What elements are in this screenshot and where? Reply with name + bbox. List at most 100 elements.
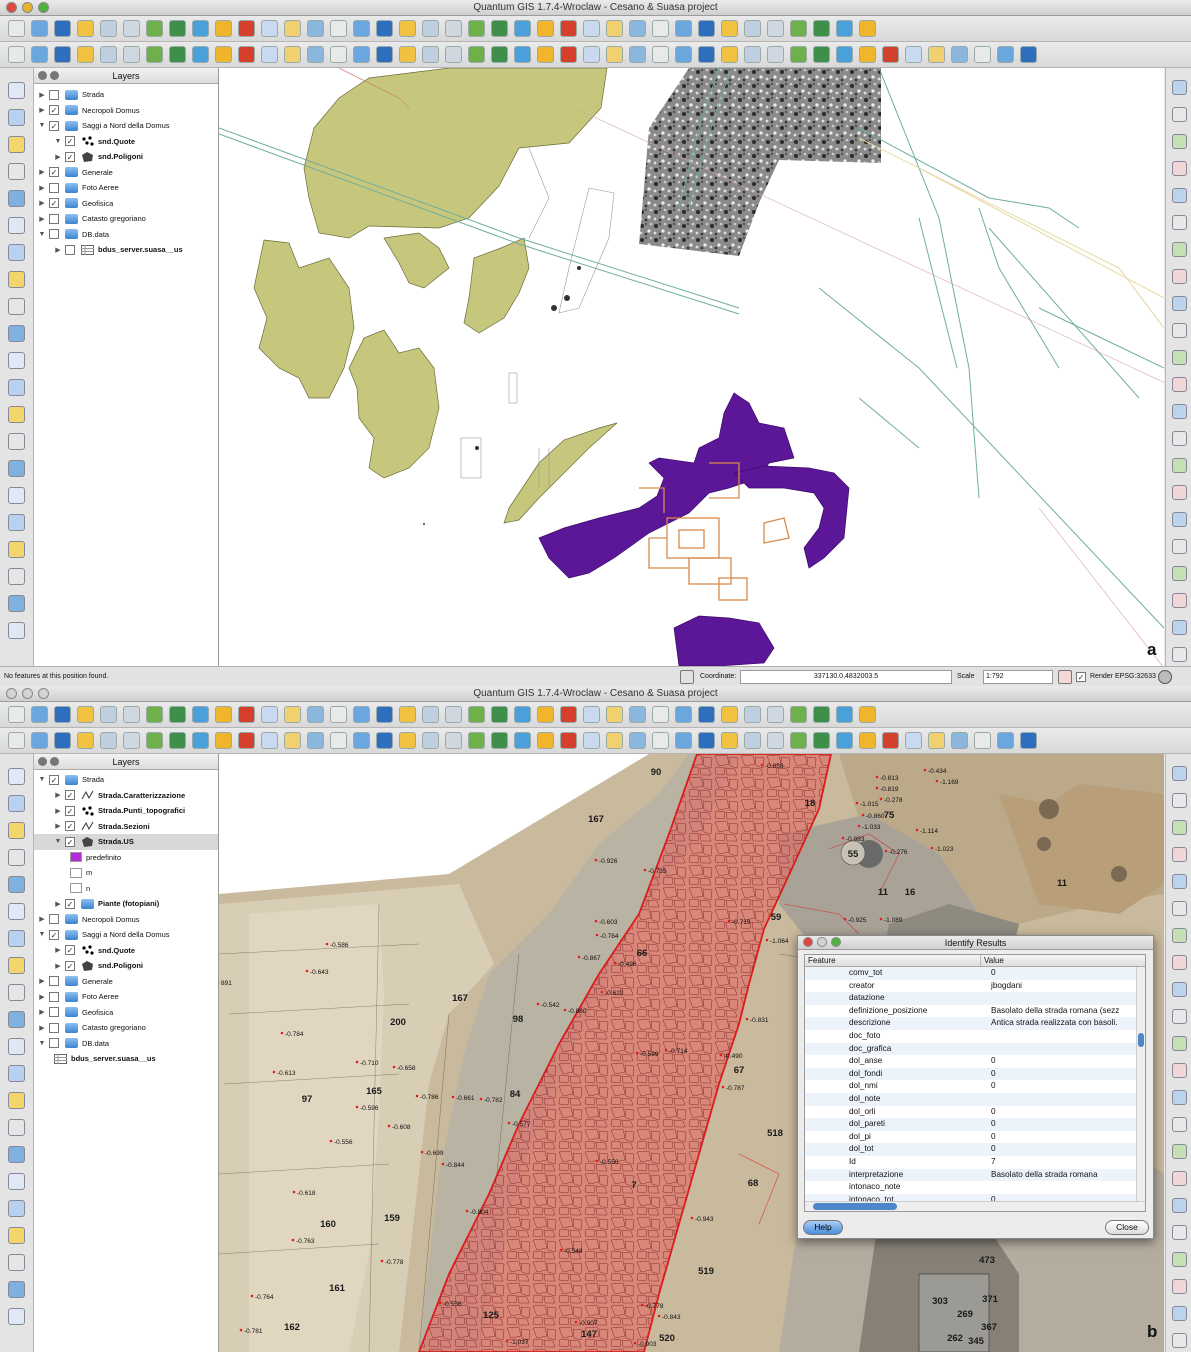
tool-44-icon[interactable] — [997, 46, 1014, 63]
layer-visibility-checkbox[interactable]: ✓ — [65, 151, 75, 162]
plugin-13-icon[interactable] — [1172, 404, 1187, 419]
label-icon[interactable] — [330, 706, 347, 723]
layer-visibility-checkbox[interactable]: ✓ — [65, 945, 75, 956]
move-icon[interactable] — [54, 46, 71, 63]
tool-36-icon[interactable] — [813, 706, 830, 723]
coordinate-field[interactable]: 337130.0,4832003.5 — [740, 670, 952, 684]
dialog-close-button[interactable] — [803, 937, 813, 947]
layer-visibility-checkbox[interactable] — [49, 182, 59, 193]
openlayers-icon[interactable] — [698, 46, 715, 63]
layer-item-n[interactable]: n — [34, 881, 218, 897]
undo-icon[interactable] — [238, 732, 255, 749]
layer-item-catasto-gregoriano[interactable]: ▶ Catasto gregoriano — [34, 1020, 218, 1036]
layer-item-predefinito[interactable]: predefinito — [34, 850, 218, 866]
zoom-window-button[interactable] — [38, 2, 49, 13]
plugin-7-icon[interactable] — [1172, 928, 1187, 943]
zoom-select-icon[interactable] — [8, 930, 25, 947]
qgis-icon[interactable] — [813, 46, 830, 63]
stats-icon[interactable] — [583, 732, 600, 749]
form-icon[interactable] — [8, 568, 25, 585]
tool-42-icon[interactable] — [951, 46, 968, 63]
zoom-select-icon[interactable] — [514, 20, 531, 37]
plugin-9-icon[interactable] — [1172, 982, 1187, 997]
plugin-16-icon[interactable] — [1172, 485, 1187, 500]
result-row[interactable]: comv_tot 0 — [805, 967, 1145, 980]
layer-visibility-checkbox[interactable] — [49, 976, 59, 987]
help-icon[interactable] — [928, 732, 945, 749]
select-icon[interactable] — [422, 732, 439, 749]
dialog-minimize-button[interactable] — [817, 937, 827, 947]
collapse-arrow-icon[interactable]: ▼ — [38, 776, 46, 783]
layer-visibility-checkbox[interactable] — [49, 1038, 59, 1049]
plugin-16-icon[interactable] — [1172, 1171, 1187, 1186]
pin-icon[interactable] — [353, 706, 370, 723]
stop-render-icon[interactable] — [1058, 670, 1072, 684]
zoom-layer-icon[interactable] — [491, 20, 508, 37]
nav-19-icon[interactable] — [8, 595, 25, 612]
layer-item-bdus-server-suasa-us[interactable]: ▶ bdus_server.suasa__us — [34, 242, 218, 258]
render-checkbox[interactable]: ✓ — [1076, 672, 1086, 682]
minimize-window-button[interactable] — [22, 688, 33, 699]
tool-35-icon[interactable] — [790, 20, 807, 37]
horizontal-scrollbar[interactable] — [805, 1201, 1145, 1211]
plugin-2-icon[interactable] — [1172, 107, 1187, 122]
save-project-icon[interactable] — [54, 20, 71, 37]
zoom-full-icon[interactable] — [8, 190, 25, 207]
measure-icon[interactable] — [583, 20, 600, 37]
select-icon[interactable] — [8, 1011, 25, 1028]
gps-icon[interactable] — [514, 732, 531, 749]
add-spatialite-icon[interactable] — [215, 20, 232, 37]
plugin-14-icon[interactable] — [1172, 431, 1187, 446]
measure-icon[interactable] — [8, 1119, 25, 1136]
reshape-icon[interactable] — [353, 46, 370, 63]
close-panel-icon[interactable] — [38, 757, 47, 766]
minimize-window-button[interactable] — [22, 2, 33, 13]
plugin-7-icon[interactable] — [1172, 242, 1187, 257]
text-icon[interactable] — [8, 1200, 25, 1217]
quickmap-icon[interactable] — [721, 732, 738, 749]
plugin-11-icon[interactable] — [1172, 1036, 1187, 1051]
zoom-full-icon[interactable] — [468, 20, 485, 37]
paste-icon[interactable] — [169, 732, 186, 749]
measure-icon[interactable] — [583, 706, 600, 723]
annotation-icon[interactable] — [8, 1173, 25, 1190]
layer-visibility-checkbox[interactable] — [49, 229, 59, 240]
expand-arrow-icon[interactable]: ▶ — [54, 807, 62, 815]
edit-note-icon[interactable] — [882, 732, 899, 749]
horizontal-scroll-thumb[interactable] — [813, 1203, 897, 1210]
result-row[interactable]: dol_tot 0 — [805, 1143, 1145, 1156]
python-icon[interactable] — [675, 732, 692, 749]
tool-43-icon[interactable] — [974, 46, 991, 63]
deselect-icon[interactable] — [8, 1038, 25, 1055]
reshape-icon[interactable] — [353, 732, 370, 749]
redo-icon[interactable] — [261, 46, 278, 63]
plugin-22-icon[interactable] — [1172, 647, 1187, 662]
result-row[interactable]: intonaco_note — [805, 1181, 1145, 1194]
plugin-4-icon[interactable] — [1172, 847, 1187, 862]
zoom-next-icon[interactable] — [560, 706, 577, 723]
map-tips-icon[interactable] — [468, 732, 485, 749]
georef-icon[interactable] — [744, 732, 761, 749]
plugin-6-icon[interactable] — [1172, 901, 1187, 916]
expand-arrow-icon[interactable]: ▶ — [38, 199, 46, 207]
layer-visibility-checkbox[interactable]: ✓ — [65, 960, 75, 971]
layer-item-strada[interactable]: ▼ ✓ Strada — [34, 772, 218, 788]
node-icon[interactable] — [77, 732, 94, 749]
plugin-4-icon[interactable] — [1172, 161, 1187, 176]
layer-item-strada[interactable]: ▶ Strada — [34, 87, 218, 103]
layer-visibility-checkbox[interactable]: ✓ — [65, 790, 75, 801]
plugin-17-icon[interactable] — [1172, 512, 1187, 527]
tool-34-icon[interactable] — [767, 706, 784, 723]
layer-item-foto-aeree[interactable]: ▶ Foto Aeree — [34, 989, 218, 1005]
expand-arrow-icon[interactable]: ▶ — [54, 153, 62, 161]
expand-arrow-icon[interactable]: ▶ — [54, 900, 62, 908]
zoom-last-icon[interactable] — [537, 706, 554, 723]
zoom-last-icon[interactable] — [8, 271, 25, 288]
edit-note-icon[interactable] — [882, 46, 899, 63]
result-row[interactable]: dol_pareti 0 — [805, 1118, 1145, 1131]
pan-icon[interactable] — [8, 82, 25, 99]
plugin-3-icon[interactable] — [1172, 820, 1187, 835]
new-project-icon[interactable] — [8, 20, 25, 37]
add-postgis-icon[interactable] — [192, 706, 209, 723]
result-row[interactable]: descrizione Antica strada realizzata con … — [805, 1017, 1145, 1030]
